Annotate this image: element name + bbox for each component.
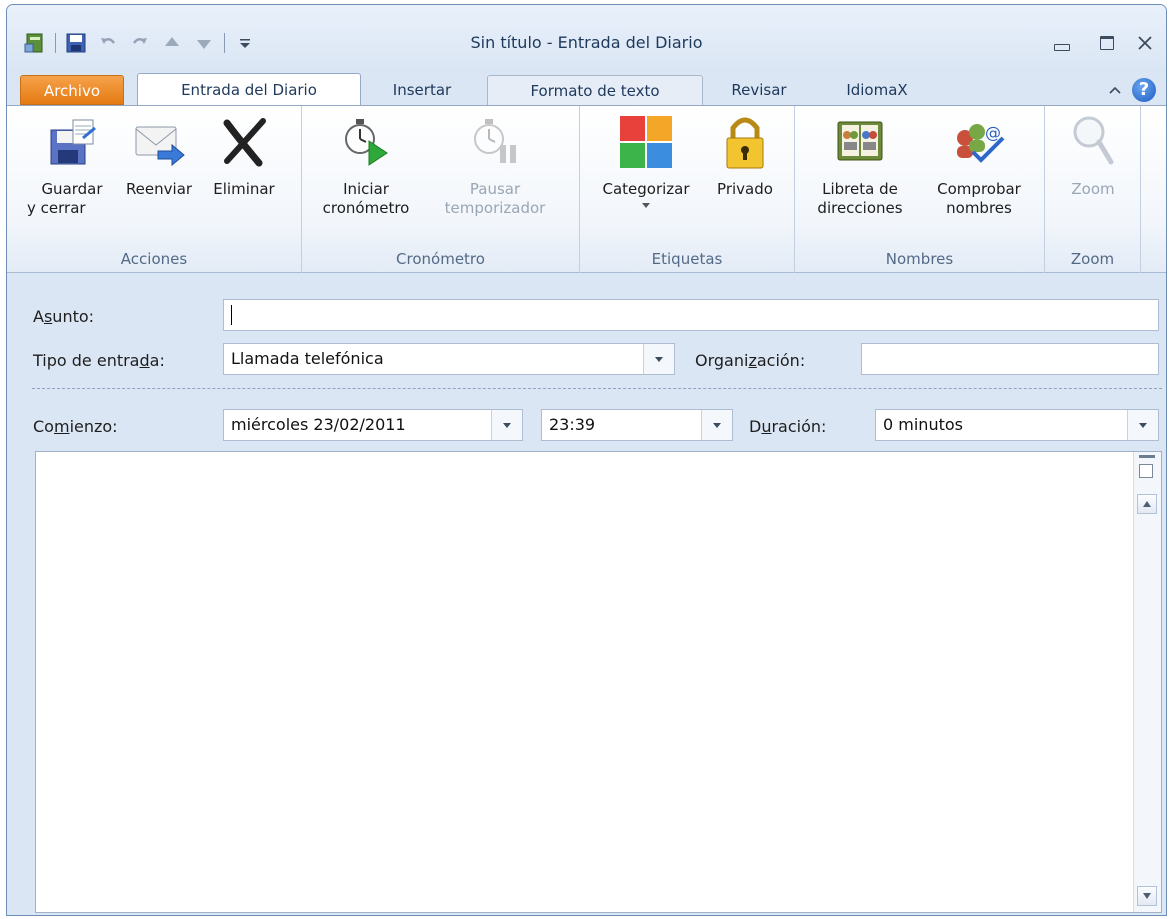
tab-revisar[interactable]: Revisar	[715, 75, 803, 105]
subject-label: Asunto:	[33, 307, 95, 326]
save-and-close-label-2: y cerrar	[27, 199, 86, 217]
svg-text:@: @	[985, 123, 1001, 142]
window-title: Sin título - Entrada del Diario	[470, 33, 703, 52]
forward-button[interactable]: Reenviar	[117, 112, 201, 199]
start-date-picker[interactable]: miércoles 23/02/2011	[223, 409, 523, 441]
save-and-close-label-1: Guardar	[41, 180, 103, 198]
categorize-button[interactable]: Categorizar	[588, 112, 704, 208]
categorize-dropdown-icon	[642, 203, 650, 208]
address-book-label-1: Libreta de	[822, 180, 898, 198]
close-button[interactable]	[1123, 29, 1166, 57]
start-time-picker[interactable]: 23:39	[541, 409, 733, 441]
help-icon[interactable]: ?	[1132, 78, 1156, 102]
group-label-zoom: Zoom	[1070, 250, 1115, 268]
private-button[interactable]: Privado	[704, 112, 786, 199]
delete-icon	[223, 118, 266, 167]
tab-insertar[interactable]: Insertar	[373, 75, 471, 105]
categorize-label: Categorizar	[602, 180, 690, 198]
start-time-value: 23:39	[549, 415, 596, 434]
chevron-down-icon[interactable]	[1127, 410, 1158, 440]
arrow-down-icon	[1143, 893, 1151, 899]
group-nombres: Libreta de direcciones @ Comprobar nombr…	[795, 106, 1045, 273]
scroll-down-button[interactable]	[1137, 886, 1157, 906]
pause-timer-label-2: temporizador	[444, 199, 546, 217]
minimize-icon	[1054, 43, 1070, 51]
private-label: Privado	[717, 180, 773, 198]
address-book-button[interactable]: Libreta de direcciones	[805, 112, 915, 218]
tabs-right-controls: ?	[1108, 75, 1156, 105]
zoom-label: Zoom	[1071, 180, 1115, 198]
check-names-button[interactable]: @ Comprobar nombres	[923, 112, 1035, 218]
address-book-icon	[837, 121, 883, 161]
start-label: Comienzo:	[33, 417, 118, 436]
group-acciones: Guardar y cerrar Reenviar Eliminar Accio…	[7, 106, 302, 273]
duration-value: 0 minutos	[883, 415, 963, 434]
start-timer-label-2: cronómetro	[322, 199, 410, 217]
group-label-cronometro: Cronómetro	[396, 250, 485, 268]
subject-input[interactable]	[223, 299, 1159, 331]
check-names-icon: @	[957, 123, 1005, 163]
check-names-label-2: nombres	[946, 199, 1012, 217]
save-and-close-button[interactable]: Guardar y cerrar	[27, 112, 117, 218]
save-close-icon	[50, 119, 96, 165]
entry-type-label: Tipo de entrada:	[33, 351, 165, 370]
chevron-down-icon[interactable]	[643, 344, 674, 374]
ruler-toggle-icon[interactable]	[1139, 464, 1153, 478]
group-label-etiquetas: Etiquetas	[651, 250, 723, 268]
address-book-label-2: direcciones	[817, 199, 903, 217]
tab-entrada-del-diario[interactable]: Entrada del Diario	[137, 73, 361, 106]
minimize-button[interactable]	[1040, 29, 1084, 57]
start-date-value: miércoles 23/02/2011	[231, 415, 406, 434]
delete-label: Eliminar	[213, 180, 275, 198]
minimize-ribbon-icon[interactable]	[1108, 85, 1122, 95]
vertical-scrollbar[interactable]	[1133, 452, 1161, 912]
start-timer-button[interactable]: Iniciar cronómetro	[310, 112, 422, 218]
forward-label: Reenviar	[125, 180, 193, 198]
text-caret	[231, 305, 232, 325]
group-label-acciones: Acciones	[120, 250, 188, 268]
duration-select[interactable]: 0 minutos	[875, 409, 1159, 441]
journal-form: Asunto: Tipo de entrada: Llamada telefón…	[7, 273, 1166, 915]
company-input[interactable]	[861, 343, 1159, 375]
scroll-up-button[interactable]	[1137, 494, 1157, 514]
group-label-nombres: Nombres	[885, 250, 954, 268]
notes-body[interactable]	[35, 451, 1162, 913]
entry-type-select[interactable]: Llamada telefónica	[223, 343, 675, 375]
maximize-icon	[1100, 36, 1114, 50]
categorize-icon	[620, 116, 672, 168]
entry-type-value: Llamada telefónica	[231, 349, 384, 368]
split-handle-icon[interactable]	[1139, 455, 1155, 458]
group-cronometro: Iniciar cronómetro Pausar temporizador C…	[302, 106, 580, 273]
forward-icon	[135, 126, 185, 167]
delete-button[interactable]: Eliminar	[203, 112, 285, 199]
start-timer-label-1: Iniciar	[343, 180, 389, 198]
group-etiquetas: Categorizar Privado Etiquetas	[580, 106, 795, 273]
chevron-down-icon[interactable]	[701, 410, 732, 440]
group-zoom: Zoom Zoom	[1045, 106, 1141, 273]
close-icon	[1138, 36, 1152, 50]
ribbon-tabs: Archivo Entrada del Diario Insertar Form…	[7, 69, 1166, 106]
tab-archivo[interactable]: Archivo	[20, 75, 124, 105]
company-label: Organización:	[695, 351, 806, 370]
title-bar: Sin título - Entrada del Diario	[7, 5, 1166, 67]
zoom-icon	[1073, 116, 1114, 165]
check-names-label-1: Comprobar	[937, 180, 1021, 198]
arrow-up-icon	[1143, 501, 1151, 507]
lock-icon	[726, 117, 764, 169]
zoom-button[interactable]: Zoom	[1053, 112, 1133, 199]
tab-formato-de-texto[interactable]: Formato de texto	[487, 75, 703, 105]
ribbon: Guardar y cerrar Reenviar Eliminar Accio…	[7, 105, 1166, 273]
pause-timer-label-1: Pausar	[469, 180, 521, 198]
start-timer-icon	[345, 119, 388, 166]
journal-entry-window: Sin título - Entrada del Diario Archivo …	[6, 4, 1167, 916]
form-divider	[32, 388, 1162, 389]
duration-label: Duración:	[749, 417, 827, 436]
tab-idiomax[interactable]: IdiomaX	[827, 75, 927, 105]
pause-timer-icon	[474, 119, 516, 163]
chevron-down-icon[interactable]	[491, 410, 522, 440]
pause-timer-button[interactable]: Pausar temporizador	[420, 112, 570, 218]
